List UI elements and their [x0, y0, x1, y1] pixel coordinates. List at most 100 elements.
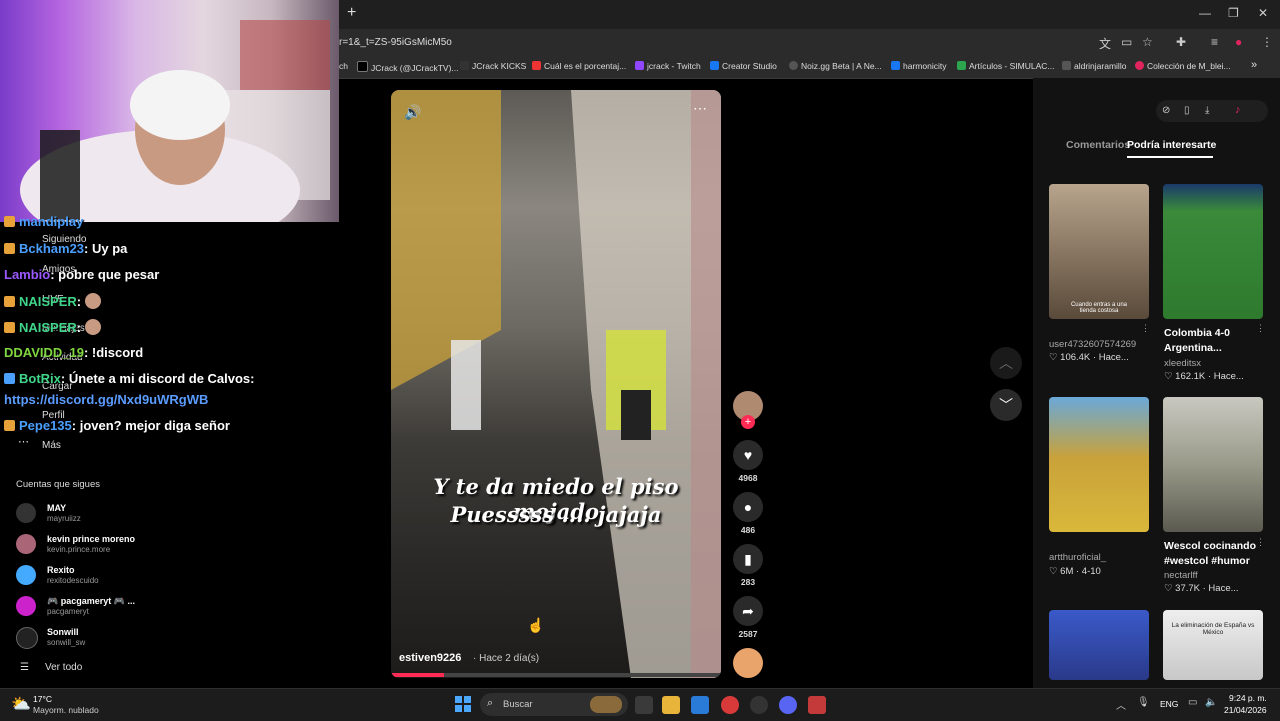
device-icon[interactable]: ▯	[1184, 105, 1190, 116]
bookmark-item[interactable]: Noiz.gg Beta | A Ne...	[789, 61, 882, 71]
tab-comments[interactable]: Comentarios	[1066, 139, 1130, 151]
suggested-video-stats: ♡ 6M · 4-10	[1049, 566, 1101, 577]
address-bar[interactable]: r=1&_t=ZS-95iGsMicM5o 文 ▭ ☆ ✚ ≡ ● ⋮	[339, 29, 1280, 56]
suggested-video-thumbnail[interactable]	[1163, 184, 1263, 319]
see-all-link[interactable]: Ver todo	[45, 662, 82, 673]
mail-icon[interactable]	[691, 696, 709, 714]
panel-toolbar	[1156, 100, 1268, 122]
file-explorer-icon[interactable]	[662, 696, 680, 714]
minimize-icon[interactable]: —	[1199, 6, 1211, 20]
clock-time[interactable]: 9:24 p. m.	[1229, 693, 1267, 703]
chat-link[interactable]: https://discord.gg/Nxd9uWRgWB	[4, 392, 208, 407]
video-options-icon[interactable]: ⋯	[693, 100, 707, 117]
tray-chevron-icon[interactable]: ︿	[1116, 697, 1126, 712]
chat-username: DDAVIDD_19	[4, 345, 84, 360]
chat-message: BotRix: Únete a mi discord de Calvos:	[4, 371, 255, 386]
bookmark-item[interactable]: Colección de M_blei...	[1135, 61, 1231, 71]
obs-icon[interactable]	[750, 696, 768, 714]
thumbnail-overlay-text: La eliminación de España vs México	[1171, 622, 1255, 636]
video-progress-track[interactable]	[391, 673, 721, 677]
maximize-icon[interactable]: ❐	[1228, 6, 1239, 20]
x-logo-icon	[357, 61, 368, 72]
bookmark-item[interactable]: Cuál es el porcentaj...	[532, 61, 626, 71]
cast-icon[interactable]: ▭	[1121, 35, 1132, 49]
bookmark-item[interactable]: ch	[339, 61, 348, 71]
more-options-icon[interactable]: ⋮	[1141, 323, 1150, 334]
previous-video-button[interactable]: ︿	[990, 347, 1022, 379]
following-name: kevin prince moreno	[47, 534, 136, 544]
video-time-ago: · Hace 2 día(s)	[473, 653, 540, 664]
autoscroll-icon[interactable]: ⊘	[1162, 105, 1170, 116]
task-view-icon[interactable]	[635, 696, 653, 714]
bookmarks-overflow-button[interactable]: »	[1251, 59, 1257, 71]
tab-suggested[interactable]: Podría interesarte	[1127, 139, 1216, 151]
chat-username: Pepe135	[19, 418, 72, 433]
subscriber-badge-icon	[4, 322, 15, 333]
suggested-video-thumbnail[interactable]	[1049, 610, 1149, 680]
comment-button[interactable]: ● 486	[733, 492, 763, 535]
follow-plus-icon[interactable]: +	[741, 415, 755, 429]
bookmark-item[interactable]: Artículos - SIMULAC...	[957, 61, 1055, 71]
save-button[interactable]: ▮ 283	[733, 544, 763, 587]
suggested-video-user[interactable]: nectarlff	[1164, 570, 1198, 581]
video-author[interactable]: estiven9226	[399, 652, 461, 664]
like-button[interactable]: ♥ 4968	[733, 440, 763, 483]
author-avatar[interactable]: +	[733, 391, 763, 429]
chat-text: :	[76, 294, 82, 309]
close-window-icon[interactable]: ✕	[1258, 6, 1268, 20]
clock-date[interactable]: 21/04/2026	[1224, 705, 1267, 715]
nav-more[interactable]: Más	[42, 440, 61, 451]
discord-icon[interactable]	[779, 696, 797, 714]
suggested-video-user[interactable]: artthuroficial_	[1049, 552, 1106, 563]
sound-disc-icon[interactable]	[733, 648, 763, 678]
weather-desc[interactable]: Mayorm. nublado	[33, 705, 99, 715]
taskbar-search[interactable]: ⌕ Buscar	[480, 693, 628, 716]
extensions-icon[interactable]: ✚	[1176, 35, 1186, 49]
avatar	[16, 503, 36, 523]
windows-start-icon[interactable]	[455, 696, 471, 712]
tiktok-logo-icon[interactable]: ♪	[1235, 104, 1241, 116]
weather-temp[interactable]: 17°C	[33, 694, 52, 704]
microphone-icon[interactable]: 🎙	[1137, 697, 1150, 708]
translate-icon[interactable]: 文	[1099, 35, 1111, 52]
more-options-icon[interactable]: ⋮	[1256, 537, 1265, 548]
new-tab-button[interactable]: +	[347, 4, 356, 22]
bookmark-star-icon[interactable]: ☆	[1142, 35, 1153, 49]
bookmark-item[interactable]: JCrack (@JCrackTV)...	[357, 61, 459, 73]
video-progress-fill	[391, 673, 444, 677]
tab-search-icon[interactable]: ≡	[1211, 35, 1218, 49]
chat-message: Bckham23: Uy pa	[4, 241, 127, 256]
bookmark-item[interactable]: JCrack KICKS	[460, 61, 526, 71]
suggested-video-thumbnail[interactable]: La eliminación de España vs México	[1163, 610, 1263, 680]
language-indicator[interactable]: ENG	[1160, 699, 1178, 709]
bookmark-item[interactable]: jcrack - Twitch	[635, 61, 701, 71]
suggested-video-thumbnail[interactable]	[1049, 397, 1149, 532]
bookmark-item[interactable]: harmonicity	[891, 61, 946, 71]
next-video-button[interactable]: ﹀	[990, 389, 1022, 421]
active-tab-indicator	[1127, 156, 1213, 158]
network-icon[interactable]: ▭	[1188, 697, 1197, 708]
profile-icon[interactable]: ●	[1235, 35, 1242, 49]
suggested-video-user[interactable]: user4732607574269	[1049, 339, 1136, 350]
menu-kebab-icon[interactable]: ⋮	[1261, 35, 1273, 49]
suggested-video-thumbnail[interactable]: Cuando entras a una tienda costosa	[1049, 184, 1149, 319]
download-icon[interactable]: ⤓	[1205, 105, 1209, 116]
share-button[interactable]: ➦ 2587	[733, 596, 763, 639]
share-icon: ➦	[733, 596, 763, 626]
suggested-video-title[interactable]: Colombia 4-0 Argentina...	[1164, 326, 1244, 356]
chrome-icon[interactable]	[721, 696, 739, 714]
comment-count: 486	[740, 525, 756, 535]
more-options-icon[interactable]: ⋮	[1256, 323, 1265, 334]
drive-icon	[957, 61, 966, 70]
bookmark-item[interactable]: aldrinjaramillo	[1062, 61, 1126, 71]
url-text[interactable]: r=1&_t=ZS-95iGsMicM5o	[339, 37, 452, 48]
suggested-video-user[interactable]: xleeditsx	[1164, 358, 1201, 369]
twitch-icon	[635, 61, 644, 70]
weather-icon[interactable]: ⛅	[11, 694, 31, 714]
app-icon[interactable]	[808, 696, 826, 714]
volume-icon[interactable]: 🔊	[404, 104, 421, 121]
video-player[interactable]: 🔊 ⋯ Y te da miedo el piso mojado Puessss…	[391, 90, 721, 678]
suggested-video-thumbnail[interactable]	[1163, 397, 1263, 532]
bookmark-item[interactable]: Creator Studio	[710, 61, 777, 71]
volume-tray-icon[interactable]: 🔈	[1205, 697, 1217, 708]
